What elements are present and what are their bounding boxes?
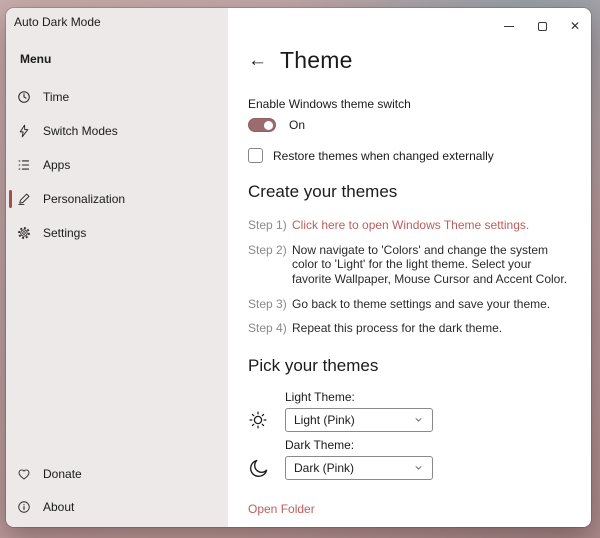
info-icon bbox=[16, 499, 31, 514]
back-button[interactable]: ← bbox=[248, 51, 267, 70]
restore-checkbox-label[interactable]: Restore themes when changed externally bbox=[273, 149, 494, 163]
sidebar-item-settings[interactable]: Settings bbox=[6, 216, 228, 250]
sidebar-item-label: Time bbox=[43, 90, 69, 104]
enable-switch-label: Enable Windows theme switch bbox=[248, 97, 571, 111]
sidebar-item-about[interactable]: About bbox=[6, 490, 228, 523]
minimize-button[interactable] bbox=[497, 16, 521, 36]
close-icon: ✕ bbox=[570, 20, 580, 32]
sidebar-footer: Donate About bbox=[6, 457, 228, 527]
gear-icon bbox=[16, 226, 31, 241]
sidebar-item-label: Personalization bbox=[43, 192, 125, 206]
sidebar: Auto Dark Mode Menu Time Switch Modes Ap… bbox=[6, 8, 228, 527]
page-title: Theme bbox=[280, 47, 353, 74]
sidebar-item-label: About bbox=[43, 500, 74, 514]
step-label: Step 3) bbox=[248, 297, 292, 311]
personalization-icon bbox=[16, 192, 31, 207]
sidebar-item-label: Settings bbox=[43, 226, 86, 240]
chevron-down-icon bbox=[413, 462, 424, 473]
steps-list: Step 1) Click here to open Windows Theme… bbox=[248, 218, 571, 336]
sidebar-item-apps[interactable]: Apps bbox=[6, 148, 228, 182]
close-button[interactable]: ✕ bbox=[563, 16, 587, 36]
app-window: Auto Dark Mode Menu Time Switch Modes Ap… bbox=[6, 8, 591, 527]
step-text: Now navigate to 'Colors' and change the … bbox=[292, 243, 571, 287]
chevron-down-icon bbox=[413, 414, 424, 425]
sidebar-item-personalization[interactable]: Personalization bbox=[6, 182, 228, 216]
step-row-4: Step 4) Repeat this process for the dark… bbox=[248, 321, 571, 336]
sun-icon bbox=[248, 408, 285, 432]
step-label: Step 1) bbox=[248, 218, 292, 232]
step-text: Repeat this process for the dark theme. bbox=[292, 321, 571, 336]
lightning-icon bbox=[16, 124, 31, 139]
toggle-knob bbox=[264, 121, 273, 130]
theme-switch-toggle[interactable] bbox=[248, 118, 276, 132]
light-theme-value: Light (Pink) bbox=[294, 413, 355, 427]
create-themes-heading: Create your themes bbox=[248, 182, 571, 202]
toggle-row: On bbox=[248, 117, 571, 133]
maximize-icon bbox=[538, 22, 547, 31]
list-icon bbox=[16, 158, 31, 173]
sidebar-item-label: Donate bbox=[43, 467, 82, 481]
theme-page: ← Theme Enable Windows theme switch On R… bbox=[228, 8, 591, 518]
step-text: Go back to theme settings and save your … bbox=[292, 297, 571, 312]
page-header: ← Theme bbox=[248, 45, 571, 75]
sidebar-nav: Time Switch Modes Apps Personalization bbox=[6, 80, 228, 250]
window-controls: ✕ bbox=[497, 16, 587, 36]
heart-icon bbox=[16, 466, 31, 481]
sidebar-item-donate[interactable]: Donate bbox=[6, 457, 228, 490]
moon-icon bbox=[248, 456, 285, 480]
clock-icon bbox=[16, 90, 31, 105]
sidebar-item-switch-modes[interactable]: Switch Modes bbox=[6, 114, 228, 148]
pick-themes-heading: Pick your themes bbox=[248, 356, 571, 376]
dark-theme-label: Dark Theme: bbox=[285, 438, 571, 452]
back-icon: ← bbox=[248, 50, 267, 71]
sidebar-item-label: Switch Modes bbox=[43, 124, 118, 138]
step-label: Step 4) bbox=[248, 321, 292, 335]
maximize-button[interactable] bbox=[530, 16, 554, 36]
light-theme-picker: Light Theme: Light (Pink) bbox=[248, 390, 571, 432]
dark-theme-fields: Dark Theme: Dark (Pink) bbox=[285, 438, 571, 480]
sidebar-item-label: Apps bbox=[43, 158, 70, 172]
menu-label: Menu bbox=[20, 52, 228, 66]
dark-theme-combobox[interactable]: Dark (Pink) bbox=[285, 456, 433, 480]
light-theme-fields: Light Theme: Light (Pink) bbox=[285, 390, 571, 432]
light-theme-label: Light Theme: bbox=[285, 390, 571, 404]
dark-theme-picker: Dark Theme: Dark (Pink) bbox=[248, 438, 571, 480]
open-folder-link[interactable]: Open Folder bbox=[248, 502, 315, 516]
content-pane: ✕ ← Theme Enable Windows theme switch On… bbox=[228, 8, 591, 527]
step-row-1: Step 1) Click here to open Windows Theme… bbox=[248, 218, 571, 233]
light-theme-combobox[interactable]: Light (Pink) bbox=[285, 408, 433, 432]
minimize-icon bbox=[504, 26, 514, 27]
step-row-2: Step 2) Now navigate to 'Colors' and cha… bbox=[248, 243, 571, 287]
dark-theme-value: Dark (Pink) bbox=[294, 461, 354, 475]
step-label: Step 2) bbox=[248, 243, 292, 257]
toggle-state-label: On bbox=[289, 118, 305, 132]
sidebar-item-time[interactable]: Time bbox=[6, 80, 228, 114]
restore-checkbox[interactable] bbox=[248, 148, 263, 163]
open-theme-settings-link[interactable]: Click here to open Windows Theme setting… bbox=[292, 218, 571, 233]
restore-checkbox-row: Restore themes when changed externally bbox=[248, 148, 571, 163]
step-row-3: Step 3) Go back to theme settings and sa… bbox=[248, 297, 571, 312]
window-title: Auto Dark Mode bbox=[6, 8, 228, 29]
